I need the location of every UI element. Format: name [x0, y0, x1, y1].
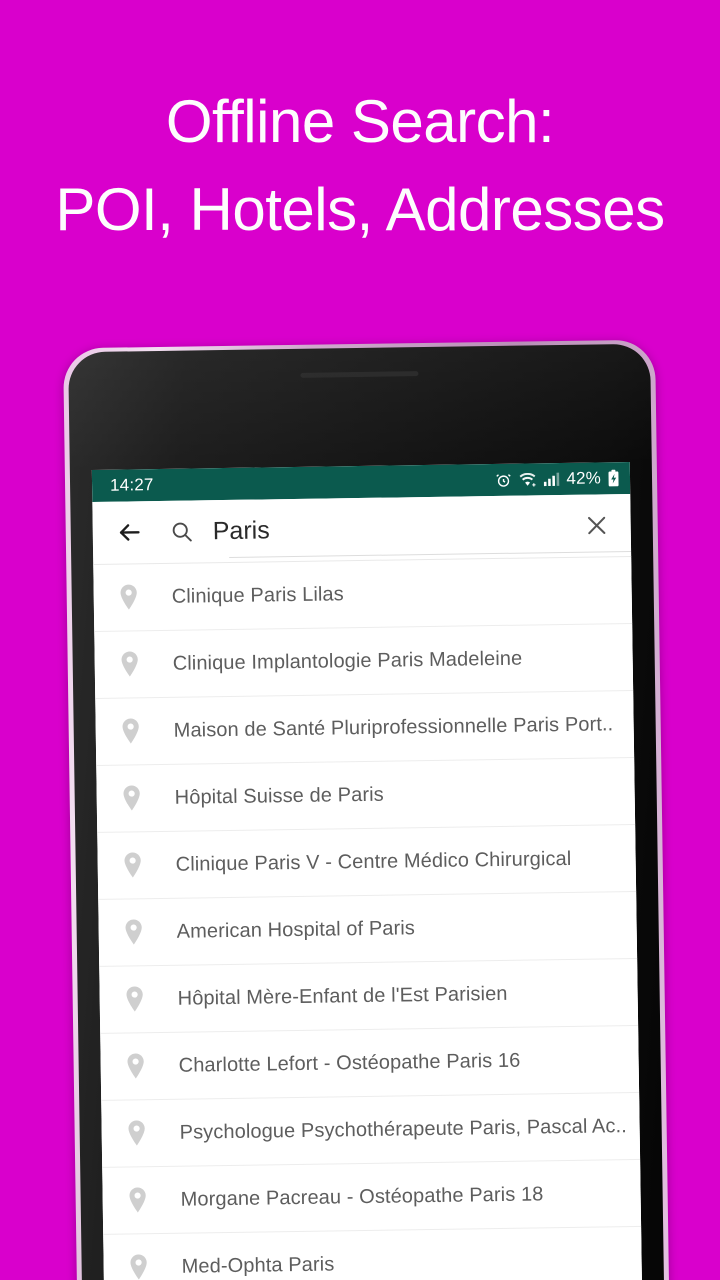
battery-percentage: 42%: [566, 468, 602, 488]
map-pin-icon: [124, 1185, 150, 1215]
search-result-row[interactable]: Hôpital Mère-Enfant de l'Est Parisien: [99, 957, 639, 1033]
phone-screen: 14:27 42% Paris Clinique Paris Lilas Cli…: [91, 461, 643, 1280]
phone-mockup: 14:27 42% Paris Clinique Paris Lilas Cli…: [63, 339, 670, 1280]
map-pin-icon: [125, 1252, 151, 1280]
map-pin-icon: [120, 917, 146, 947]
map-pin-icon: [121, 984, 147, 1014]
search-bar: Paris: [92, 493, 632, 564]
search-result-row[interactable]: Morgane Pacreau - Ostéopathe Paris 18: [102, 1158, 642, 1234]
promo-headline: Offline Search: POI, Hotels, Addresses: [0, 78, 720, 254]
search-result-label: Clinique Implantologie Paris Madeleine: [172, 647, 523, 675]
status-bar-clock: 14:27: [109, 475, 154, 495]
search-result-label: Hôpital Mère-Enfant de l'Est Parisien: [177, 982, 508, 1010]
phone-bezel: 14:27 42% Paris Clinique Paris Lilas Cli…: [68, 343, 665, 1280]
search-result-row[interactable]: Clinique Implantologie Paris Madeleine: [94, 622, 634, 698]
battery-charging-icon: [607, 469, 620, 487]
search-result-label: Morgane Pacreau - Ostéopathe Paris 18: [180, 1182, 544, 1211]
map-pin-icon: [123, 1118, 149, 1148]
clear-search-button[interactable]: [580, 509, 612, 541]
search-results-list: Clinique Paris Lilas Clinique Implantolo…: [93, 555, 643, 1280]
search-result-label: Med-Ophta Paris: [181, 1252, 335, 1278]
search-result-label: Clinique Paris V - Centre Médico Chirurg…: [175, 847, 572, 876]
search-result-row[interactable]: American Hospital of Paris: [98, 890, 638, 966]
search-result-label: Psychologue Psychothérapeute Paris, Pasc…: [179, 1114, 627, 1144]
search-result-row[interactable]: Maison de Santé Pluriprofessionnelle Par…: [95, 689, 635, 765]
search-result-row[interactable]: Psychologue Psychothérapeute Paris, Pasc…: [101, 1091, 641, 1167]
signal-icon: [543, 471, 560, 487]
map-pin-icon: [116, 582, 142, 612]
promo-screenshot: Offline Search: POI, Hotels, Addresses 1…: [0, 0, 720, 1280]
search-result-label: American Hospital of Paris: [176, 916, 416, 943]
earpiece-speaker: [300, 371, 419, 378]
search-result-label: Hôpital Suisse de Paris: [174, 783, 384, 809]
search-icon: [169, 518, 195, 544]
search-input[interactable]: Paris: [213, 513, 581, 544]
search-result-label: Maison de Santé Pluriprofessionnelle Par…: [173, 712, 614, 742]
search-result-row[interactable]: Charlotte Lefort - Ostéopathe Paris 16: [100, 1024, 640, 1100]
search-result-label: Clinique Paris Lilas: [171, 582, 344, 608]
wifi-icon: [518, 471, 537, 488]
map-pin-icon: [119, 850, 145, 880]
back-button[interactable]: [113, 515, 148, 550]
map-pin-icon: [118, 716, 144, 746]
status-bar-indicators: 42%: [495, 468, 620, 490]
search-result-label: Charlotte Lefort - Ostéopathe Paris 16: [178, 1049, 521, 1077]
search-result-row[interactable]: Med-Ophta Paris: [103, 1225, 643, 1280]
alarm-icon: [495, 471, 512, 488]
search-result-row[interactable]: Clinique Paris V - Centre Médico Chirurg…: [97, 823, 637, 899]
promo-headline-line1: Offline Search:: [165, 88, 555, 155]
search-result-row[interactable]: Clinique Paris Lilas: [93, 555, 633, 631]
search-result-row[interactable]: Hôpital Suisse de Paris: [96, 756, 636, 832]
map-pin-icon: [117, 649, 143, 679]
promo-headline-line2: POI, Hotels, Addresses: [55, 176, 665, 243]
map-pin-icon: [122, 1051, 148, 1081]
map-pin-icon: [118, 783, 144, 813]
